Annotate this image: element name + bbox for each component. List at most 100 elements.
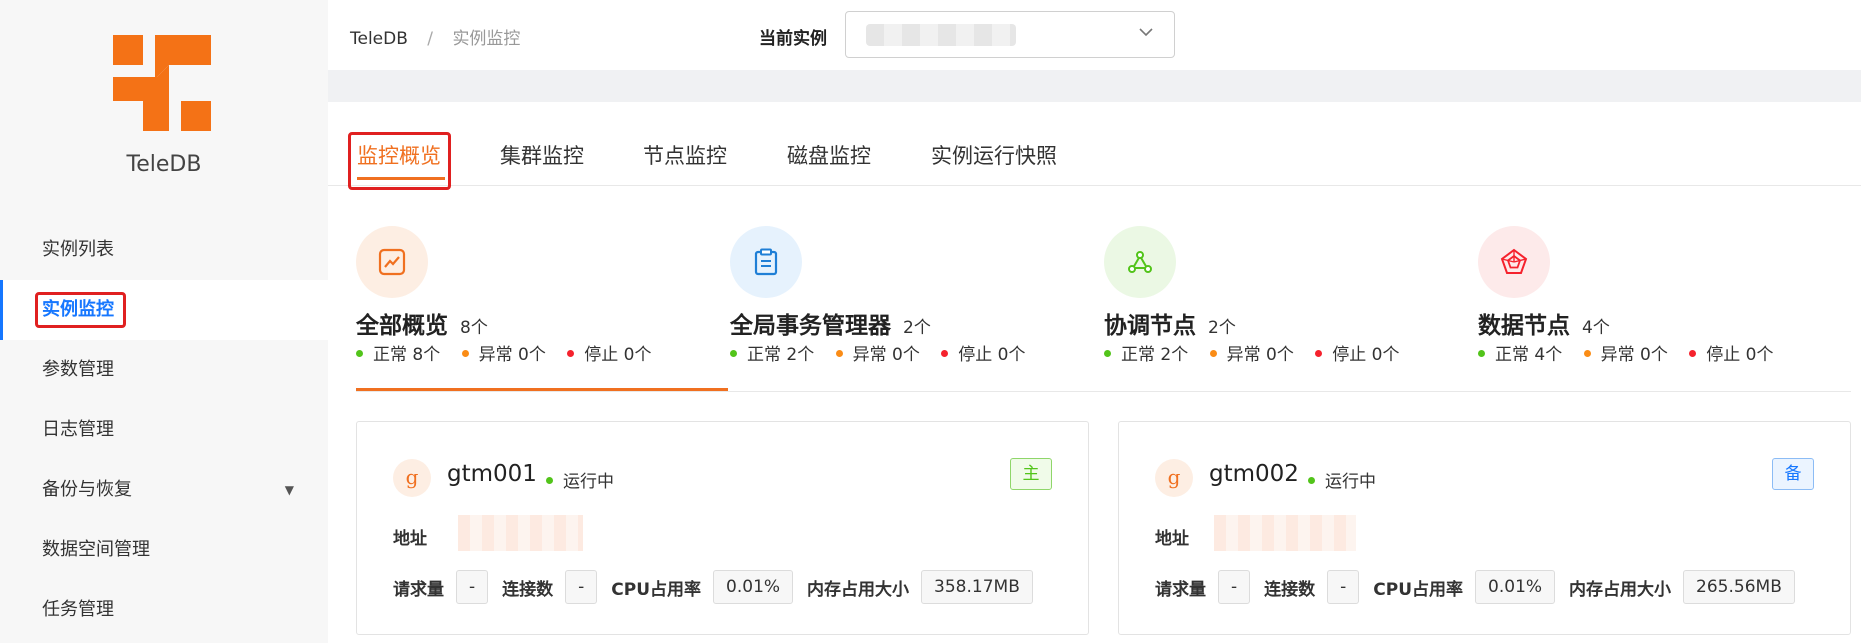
summary-title: 协调节点 2个	[1104, 306, 1236, 340]
monitor-tabs: 监控概览 集群监控 节点监控 磁盘监控 实例运行快照	[328, 102, 1861, 190]
status-badge: 运行中	[546, 467, 614, 492]
summary-card-coordinator[interactable]: 协调节点 2个 正常 2个 异常 0个 停止 0个	[1104, 222, 1476, 392]
node-name: gtm002	[1209, 461, 1299, 487]
instance-label: 当前实例	[759, 29, 827, 49]
summary-stats: 正常 2个 异常 0个 停止 0个	[1104, 340, 1416, 365]
stat-normal: 正常 8个	[373, 345, 441, 365]
sidebar-item-label: 实例监控	[42, 299, 114, 320]
stat-abnormal: 异常 0个	[1600, 345, 1668, 365]
tab-disk[interactable]: 磁盘监控	[787, 140, 871, 170]
stopped-dot-icon	[1689, 349, 1697, 357]
header-divider-band	[328, 70, 1861, 102]
metrics-row: 请求量 - 连接数 - CPU占用率 0.01% 内存占用大小 358.17MB	[393, 570, 1047, 606]
summary-title-text: 全部概览	[356, 313, 448, 339]
summary-active-indicator	[356, 388, 728, 391]
stat-stopped: 停止 0个	[584, 345, 652, 365]
sidebar-item-tasks[interactable]: 任务管理	[0, 580, 328, 640]
normal-dot-icon	[356, 349, 363, 357]
sidebar-item-label: 备份与恢复	[42, 479, 132, 500]
metric-label: 内存占用大小	[1569, 579, 1672, 600]
stat-stopped: 停止 0个	[958, 345, 1026, 365]
metric-label: 连接数	[1264, 579, 1316, 600]
metric-requests: -	[456, 570, 489, 604]
avatar: g	[393, 459, 431, 497]
summary-stats: 正常 2个 异常 0个 停止 0个	[730, 340, 1042, 365]
metric-connections: -	[565, 570, 598, 604]
sidebar-item-logs[interactable]: 日志管理	[0, 400, 328, 460]
sidebar-item-label: 实例列表	[42, 239, 114, 260]
summary-card-gtm[interactable]: 全局事务管理器 2个 正常 2个 异常 0个 停止 0个	[730, 222, 1102, 392]
sidebar-item-label: 数据空间管理	[42, 539, 150, 560]
normal-dot-icon	[730, 349, 737, 357]
stopped-dot-icon	[1315, 349, 1323, 357]
address-value-blurred	[1214, 515, 1356, 551]
summary-title: 数据节点 4个	[1478, 306, 1610, 340]
summary-card-all[interactable]: 全部概览 8个 正常 8个 异常 0个 停止 0个	[356, 222, 728, 392]
metric-label: 连接数	[502, 579, 554, 600]
nodes-icon	[1104, 226, 1176, 298]
status-badge: 运行中	[1308, 467, 1376, 492]
sidebar-item-label: 日志管理	[42, 419, 114, 440]
node-card-gtm002[interactable]: g gtm002 运行中 备 地址 请求量 - 连接数 - CPU占用率 0.01% 内存占…	[1118, 421, 1851, 635]
breadcrumb-current: 实例监控	[452, 29, 521, 49]
summary-stats: 正常 8个 异常 0个 停止 0个	[356, 340, 668, 365]
summary-title-text: 协调节点	[1104, 313, 1196, 339]
abnormal-dot-icon	[1209, 349, 1217, 357]
tab-node[interactable]: 节点监控	[643, 140, 727, 170]
summary-title: 全局事务管理器 2个	[730, 306, 931, 340]
sidebar-nav: 实例列表 实例监控 参数管理 日志管理 备份与恢复 ▼ 数据空间管理 任务管理	[0, 220, 328, 640]
pentagon-icon	[1478, 226, 1550, 298]
sidebar-item-dataspace[interactable]: 数据空间管理	[0, 520, 328, 580]
header: TeleDB / 实例监控 当前实例	[328, 0, 1861, 70]
stat-abnormal: 异常 0个	[478, 345, 546, 365]
node-card-gtm001[interactable]: g gtm001 运行中 主 地址 请求量 - 连接数 - CPU占用率 0.01% 内存占…	[356, 421, 1089, 635]
chevron-down-icon	[1139, 28, 1153, 37]
stat-abnormal: 异常 0个	[852, 345, 920, 365]
sidebar-item-params[interactable]: 参数管理	[0, 340, 328, 400]
metric-label: 请求量	[393, 579, 444, 600]
running-dot-icon	[546, 476, 553, 484]
caret-down-icon: ▼	[284, 483, 294, 497]
breadcrumb-root[interactable]: TeleDB	[350, 29, 408, 49]
metric-cpu: 0.01%	[1475, 570, 1556, 604]
sidebar-item-backup[interactable]: 备份与恢复 ▼	[0, 460, 328, 520]
avatar: g	[1155, 459, 1193, 497]
instance-select[interactable]	[845, 11, 1175, 58]
instance-value-blurred	[866, 24, 1016, 46]
summary-title-text: 全局事务管理器	[730, 313, 891, 339]
stat-abnormal: 异常 0个	[1226, 345, 1294, 365]
stat-normal: 正常 2个	[1121, 345, 1189, 365]
metric-label: CPU占用率	[611, 579, 702, 600]
metric-label: 内存占用大小	[807, 579, 910, 600]
sidebar-item-instance-monitor[interactable]: 实例监控	[0, 280, 328, 340]
metric-cpu: 0.01%	[713, 570, 794, 604]
tab-cluster[interactable]: 集群监控	[500, 140, 584, 170]
stopped-dot-icon	[941, 349, 949, 357]
address-label: 地址	[1155, 529, 1189, 549]
role-badge-standby: 备	[1772, 458, 1814, 490]
breadcrumb: TeleDB / 实例监控	[350, 24, 520, 49]
breadcrumb-separator: /	[427, 29, 434, 49]
summary-card-datanode[interactable]: 数据节点 4个 正常 4个 异常 0个 停止 0个	[1478, 222, 1850, 392]
summary-row: 全部概览 8个 正常 8个 异常 0个 停止 0个 全局事务管理器 2个 正常 2个…	[356, 222, 1851, 392]
node-name: gtm001	[447, 461, 537, 487]
summary-count: 2个	[1208, 318, 1236, 338]
metric-label: 请求量	[1155, 579, 1206, 600]
sidebar: TeleDB 实例列表 实例监控 参数管理 日志管理 备份与恢复 ▼ 数据空间管…	[0, 0, 328, 643]
stat-normal: 正常 4个	[1495, 345, 1563, 365]
abnormal-dot-icon	[835, 349, 843, 357]
stat-normal: 正常 2个	[747, 345, 815, 365]
metric-memory: 358.17MB	[921, 570, 1033, 604]
summary-count: 2个	[903, 318, 931, 338]
status-text: 运行中	[563, 472, 614, 492]
tab-overview[interactable]: 监控概览	[357, 140, 441, 170]
role-badge-primary: 主	[1010, 458, 1052, 490]
summary-stats: 正常 4个 异常 0个 停止 0个	[1478, 340, 1790, 365]
teledb-logo	[113, 35, 211, 131]
metric-requests: -	[1218, 570, 1251, 604]
sidebar-item-instance-list[interactable]: 实例列表	[0, 220, 328, 280]
abnormal-dot-icon	[1583, 349, 1591, 357]
address-value-blurred	[458, 515, 583, 551]
status-text: 运行中	[1325, 472, 1376, 492]
tab-snapshot[interactable]: 实例运行快照	[931, 140, 1057, 170]
